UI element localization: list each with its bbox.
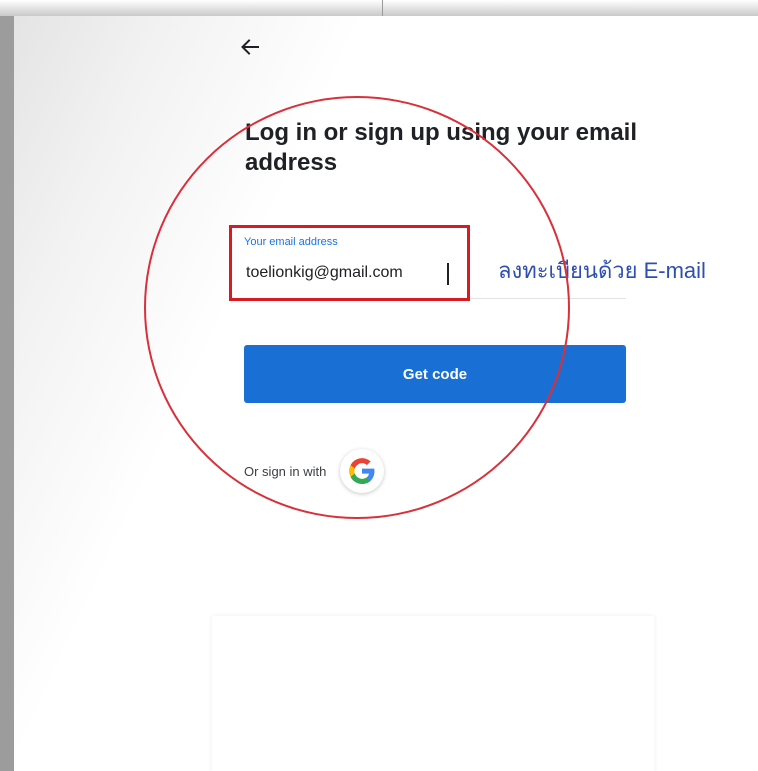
annotation-text: ลงทะเบียนด้วย E-mail — [498, 258, 706, 283]
alt-sign-in-label: Or sign in with — [244, 463, 327, 479]
text-cursor — [447, 263, 449, 285]
email-input[interactable] — [244, 258, 468, 288]
lower-panel — [212, 616, 654, 771]
get-code-button[interactable]: Get code — [244, 345, 626, 403]
email-label: Your email address — [244, 236, 338, 248]
top-seam — [382, 0, 383, 16]
back-button[interactable] — [236, 34, 264, 60]
login-screen: Log in or sign up using your email addre… — [14, 16, 758, 771]
top-bar — [0, 0, 758, 16]
google-sign-in-button[interactable] — [340, 449, 385, 493]
email-underline — [244, 298, 626, 299]
arrow-left-icon — [241, 39, 259, 55]
google-icon — [349, 458, 375, 484]
alt-sign-in: Or sign in with — [244, 449, 385, 493]
page-title: Log in or sign up using your email addre… — [245, 119, 638, 176]
